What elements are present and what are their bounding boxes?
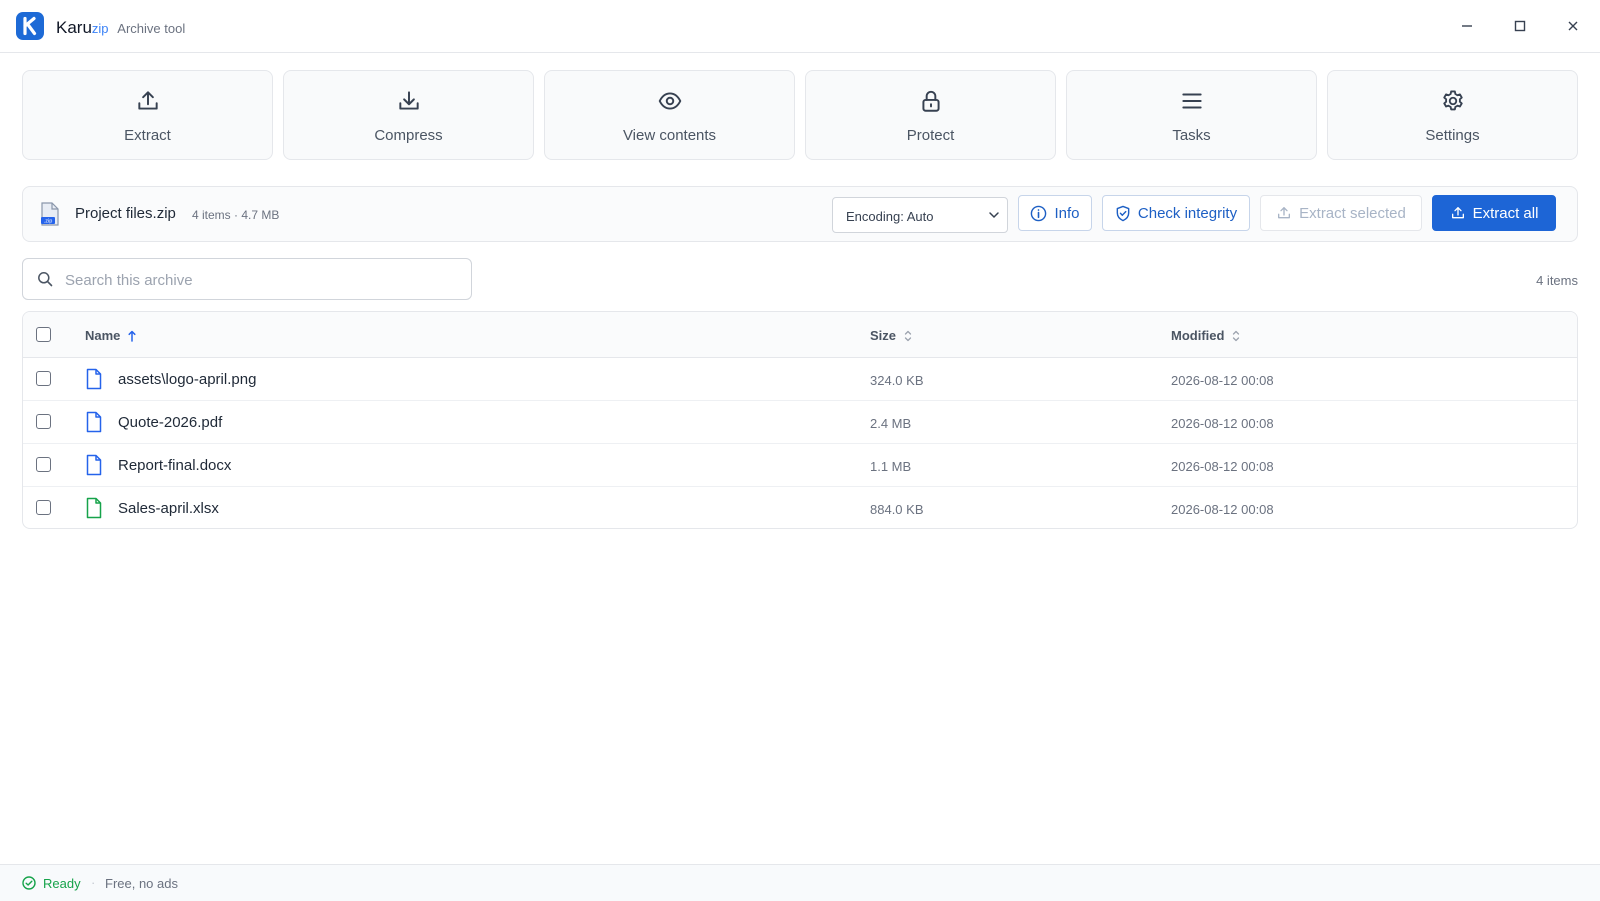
eye-icon: [658, 92, 681, 110]
zip-file-icon: .zip: [41, 202, 59, 226]
upload-icon: [1278, 207, 1291, 219]
status-state: Ready: [43, 876, 81, 891]
close-button[interactable]: [1555, 13, 1591, 39]
list-icon: [1181, 93, 1202, 109]
row-checkbox[interactable]: [36, 371, 51, 386]
table-row[interactable]: Sales-april.xlsx 884.0 KB 2026-08-12 00:…: [23, 487, 1577, 528]
file-size: 324.0 KB: [870, 373, 924, 388]
compress-tile[interactable]: Compress: [283, 70, 534, 160]
minimize-icon: [1462, 25, 1472, 27]
protect-tile[interactable]: Protect: [805, 70, 1056, 160]
file-name: Quote-2026.pdf: [118, 414, 223, 431]
select-all-checkbox[interactable]: [36, 327, 51, 342]
search-icon: [38, 272, 53, 287]
size-column-header[interactable]: Size: [870, 328, 912, 343]
name-column-label: Name: [85, 328, 121, 343]
gear-icon: [1442, 90, 1463, 111]
info-label: Info: [1054, 204, 1080, 222]
upload-icon: [137, 91, 158, 110]
encoding-select[interactable]: Encoding: Auto: [832, 197, 1008, 233]
app-subtitle: Archive tool: [117, 21, 186, 36]
status-bar: Ready · Free, no ads: [0, 864, 1600, 901]
archive-name: Project files.zip: [75, 205, 176, 222]
extract-all-label: Extract all: [1472, 204, 1539, 222]
table-header: Name Size Modified: [23, 312, 1577, 358]
tool-tiles: Extract Compress View contents Protect T…: [22, 70, 1578, 160]
check-integrity-label: Check integrity: [1137, 204, 1238, 222]
extract-selected-button[interactable]: Extract selected: [1260, 195, 1422, 231]
maximize-button[interactable]: [1502, 13, 1538, 39]
info-button[interactable]: Info: [1018, 195, 1092, 231]
search-box: [22, 258, 472, 300]
file-modified: 2026-08-12 00:08: [1171, 502, 1274, 517]
info-icon: [1031, 205, 1047, 221]
minimize-button[interactable]: [1449, 13, 1485, 39]
tile-label: Extract: [124, 127, 171, 144]
modified-column-header[interactable]: Modified: [1171, 328, 1240, 343]
tile-label: Settings: [1425, 127, 1480, 144]
title-bar: Karuzip Archive tool: [0, 0, 1600, 53]
table-row[interactable]: assets\logo-april.png 324.0 KB 2026-08-1…: [23, 358, 1577, 401]
sort-ascending-icon: [128, 330, 136, 342]
file-size: 884.0 KB: [870, 502, 924, 517]
table-row[interactable]: Report-final.docx 1.1 MB 2026-08-12 00:0…: [23, 444, 1577, 487]
file-modified: 2026-08-12 00:08: [1171, 416, 1274, 431]
row-checkbox[interactable]: [36, 457, 51, 472]
file-icon: [86, 411, 102, 433]
zip-badge: .zip: [44, 219, 53, 225]
check-integrity-button[interactable]: Check integrity: [1102, 195, 1250, 231]
file-modified: 2026-08-12 00:08: [1171, 459, 1274, 474]
app-logo: [16, 12, 44, 40]
settings-tile[interactable]: Settings: [1327, 70, 1578, 160]
file-size: 1.1 MB: [870, 459, 912, 474]
app-title: Karuzip Archive tool: [56, 18, 185, 38]
chevron-down-icon: [989, 212, 999, 219]
file-icon: [86, 368, 102, 390]
app-name: Karu: [56, 18, 92, 37]
sort-icon: [904, 330, 912, 341]
row-checkbox[interactable]: [36, 414, 51, 429]
file-modified: 2026-08-12 00:08: [1171, 373, 1274, 388]
extract-tile[interactable]: Extract: [22, 70, 273, 160]
search-input[interactable]: [63, 267, 457, 293]
archive-meta: 4 items · 4.7 MB: [192, 208, 280, 222]
file-size: 2.4 MB: [870, 416, 912, 431]
app-name-suffix: zip: [91, 21, 109, 36]
extract-selected-label: Extract selected: [1299, 204, 1406, 222]
sort-icon: [1233, 330, 1240, 341]
archive-bar: .zip Project files.zip 4 items · 4.7 MB …: [22, 186, 1578, 242]
lock-icon: [921, 90, 940, 112]
close-icon: [1568, 21, 1578, 31]
name-column-header[interactable]: Name: [85, 328, 136, 343]
modified-column-label: Modified: [1171, 328, 1225, 343]
file-table: Name Size Modified assets\logo-april.png…: [22, 311, 1578, 529]
file-name: assets\logo-april.png: [118, 371, 257, 388]
tile-label: Protect: [906, 127, 955, 144]
status-separator: ·: [91, 875, 96, 890]
size-column-label: Size: [870, 328, 897, 343]
spreadsheet-file-icon: [86, 497, 102, 519]
tile-label: Tasks: [1172, 127, 1211, 144]
tile-label: Compress: [374, 127, 443, 144]
file-name: Report-final.docx: [118, 457, 232, 474]
maximize-icon: [1514, 20, 1526, 32]
tasks-tile[interactable]: Tasks: [1066, 70, 1317, 160]
upload-icon: [1451, 207, 1464, 219]
row-checkbox[interactable]: [36, 500, 51, 515]
file-name: Sales-april.xlsx: [118, 500, 219, 517]
item-count: 4 items: [1536, 273, 1578, 288]
status-note: Free, no ads: [105, 876, 178, 891]
extract-all-button[interactable]: Extract all: [1432, 195, 1556, 231]
table-row[interactable]: Quote-2026.pdf 2.4 MB 2026-08-12 00:08: [23, 401, 1577, 444]
check-circle-icon: [22, 876, 36, 890]
encoding-value: Encoding: Auto: [846, 209, 934, 224]
shield-check-icon: [1116, 205, 1130, 221]
file-icon: [86, 454, 102, 476]
tile-label: View contents: [622, 127, 717, 144]
view-contents-tile[interactable]: View contents: [544, 70, 795, 160]
download-icon: [398, 91, 419, 110]
